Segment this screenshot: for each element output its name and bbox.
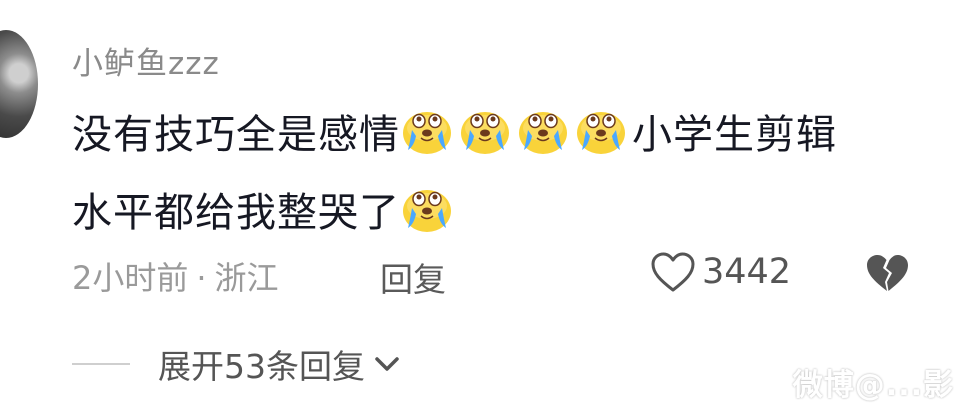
- like-count: 3442: [702, 252, 792, 292]
- expand-replies-label: 展开53条回复: [158, 347, 365, 386]
- crying-face-emoji-icon: [519, 112, 567, 154]
- comment-text: 没有技巧全是感情 小学生剪辑水平都给我整哭了: [72, 96, 932, 252]
- chevron-down-icon: [375, 357, 399, 371]
- comment-username[interactable]: 小鲈鱼zzz: [72, 38, 220, 83]
- dislike-button[interactable]: [862, 252, 912, 298]
- expand-replies-button[interactable]: 展开53条回复: [72, 340, 401, 388]
- comment-text-part1: 没有技巧全是感情: [72, 112, 400, 158]
- comment-text-part3: 水平都给我整哭了: [72, 190, 400, 236]
- reply-button[interactable]: 回复: [380, 253, 446, 301]
- crying-face-emoji-icon: [577, 112, 625, 154]
- crying-face-emoji-icon: [461, 112, 509, 154]
- crying-face-emoji-icon: [403, 190, 451, 232]
- crying-face-emoji-icon: [403, 112, 451, 154]
- comment-text-part2: 小学生剪辑: [632, 112, 837, 158]
- avatar[interactable]: [0, 30, 38, 138]
- comment-location: 浙江: [214, 259, 279, 297]
- divider-line: [72, 363, 130, 365]
- heart-outline-icon: [651, 252, 695, 292]
- comment-meta: 2小时前 · 浙江: [72, 253, 279, 299]
- meta-separator: ·: [196, 259, 207, 297]
- like-button[interactable]: 3442: [650, 251, 791, 293]
- broken-heart-icon: [867, 255, 908, 291]
- comment-time: 2小时前: [72, 259, 189, 297]
- watermark: 微博@...影: [792, 368, 954, 403]
